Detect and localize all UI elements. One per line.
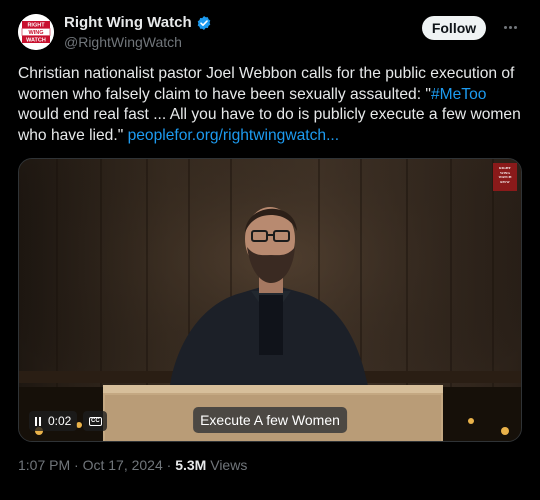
tweet-card: RIGHT WING WATCH Right Wing Watch @Right…: [0, 0, 540, 500]
avatar-text-3: WATCH: [26, 38, 46, 44]
meta-separator: ·: [70, 457, 83, 473]
avatar-text-1: RIGHT: [27, 23, 45, 29]
pause-icon: [35, 416, 43, 426]
display-name[interactable]: Right Wing Watch: [64, 14, 192, 31]
watermark-text-4: RWW: [500, 179, 510, 184]
video-player[interactable]: RIGHT WING WATCH RWW Execute A few Women…: [18, 158, 522, 442]
tweet-text: Christian nationalist pastor Joel Webbon…: [18, 64, 528, 146]
watermark-logo-icon: RIGHT WING WATCH RWW: [493, 163, 517, 191]
video-time: 0:02: [48, 414, 72, 428]
video-subtitle: Execute A few Women: [193, 407, 347, 433]
post-date[interactable]: Oct 17, 2024: [83, 457, 163, 473]
video-controls: 0:02 CC: [29, 411, 108, 431]
views-label: Views: [206, 457, 248, 473]
verified-badge-icon[interactable]: [196, 15, 212, 31]
meta-separator-2: ·: [162, 457, 176, 473]
play-pause-button[interactable]: 0:02: [29, 411, 78, 431]
follow-button[interactable]: Follow: [422, 16, 486, 40]
avatar-text-2: WING: [29, 30, 44, 36]
right-wing-watch-logo-icon: RIGHT WING WATCH: [18, 14, 54, 50]
hashtag-link[interactable]: #MeToo: [431, 86, 486, 103]
url-link[interactable]: peoplefor.org/rightwingwatch...: [128, 127, 340, 144]
handle[interactable]: @RightWingWatch: [64, 34, 212, 50]
more-horizontal-icon[interactable]: [500, 18, 520, 36]
post-time[interactable]: 1:07 PM: [18, 457, 70, 473]
captions-icon: CC: [89, 416, 102, 426]
tweet-header: RIGHT WING WATCH Right Wing Watch @Right…: [18, 12, 526, 52]
video-frame: [19, 159, 521, 441]
account-names: Right Wing Watch @RightWingWatch: [64, 14, 212, 50]
tweet-meta: 1:07 PM · Oct 17, 2024 · 5.3M Views: [18, 457, 247, 473]
views-count[interactable]: 5.3M: [175, 457, 206, 473]
captions-button[interactable]: CC: [83, 411, 108, 431]
avatar[interactable]: RIGHT WING WATCH: [18, 14, 54, 50]
